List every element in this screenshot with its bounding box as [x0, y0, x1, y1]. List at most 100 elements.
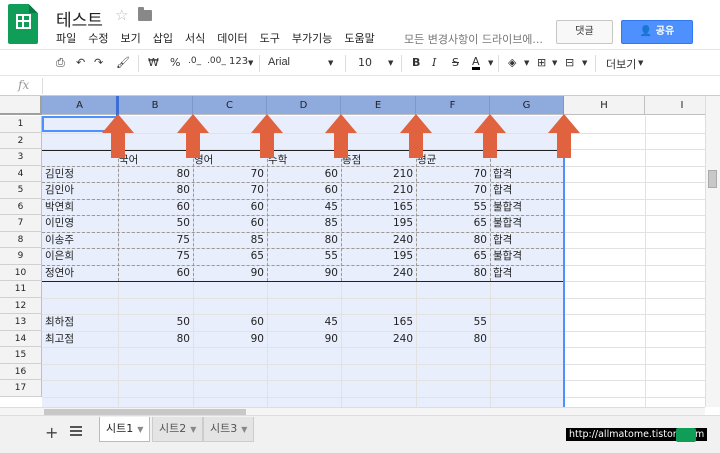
- save-status[interactable]: 모든 변경사항이 드라이브에...: [404, 31, 543, 47]
- korean-summary-cell[interactable]: 50: [118, 314, 190, 330]
- menu-help[interactable]: 도움말: [344, 30, 374, 46]
- currency-format-button[interactable]: ₩: [148, 56, 159, 69]
- column-header-e[interactable]: E: [341, 96, 416, 115]
- summary-label-cell[interactable]: 최고점: [45, 331, 74, 347]
- average-score-cell[interactable]: 65: [416, 215, 487, 231]
- english-score-cell[interactable]: 85: [193, 232, 264, 248]
- english-score-cell[interactable]: 70: [193, 166, 264, 182]
- korean-score-cell[interactable]: 80: [118, 182, 190, 198]
- column-header-b[interactable]: B: [118, 96, 193, 115]
- tab-sheet2[interactable]: 시트2 ▼: [152, 417, 204, 442]
- row-header-6[interactable]: 6: [0, 198, 42, 215]
- paint-format-icon[interactable]: 🖌: [116, 56, 130, 69]
- total-score-cell[interactable]: 195: [341, 248, 413, 264]
- math-score-cell[interactable]: 80: [267, 232, 338, 248]
- menu-edit[interactable]: 수정: [88, 30, 108, 46]
- average-score-cell[interactable]: 70: [416, 166, 487, 182]
- row-header-9[interactable]: 9: [0, 248, 42, 265]
- english-score-cell[interactable]: 70: [193, 182, 264, 198]
- fill-color-icon[interactable]: ◈: [508, 56, 516, 69]
- result-cell[interactable]: 합격: [493, 166, 512, 182]
- menu-tools[interactable]: 도구: [260, 30, 280, 46]
- math-score-cell[interactable]: 90: [267, 265, 338, 281]
- share-button[interactable]: 👤 공유: [621, 20, 693, 44]
- row-header-7[interactable]: 7: [0, 215, 42, 232]
- result-cell[interactable]: 합격: [493, 232, 512, 248]
- menu-format[interactable]: 서식: [185, 30, 205, 46]
- english-score-cell[interactable]: 60: [193, 199, 264, 215]
- row-header-4[interactable]: 4: [0, 165, 42, 182]
- row-header-13[interactable]: 13: [0, 314, 42, 331]
- name-cell[interactable]: 이은희: [45, 248, 74, 264]
- column-header-h[interactable]: H: [564, 96, 645, 115]
- bold-button[interactable]: B: [412, 56, 420, 69]
- row-header-8[interactable]: 8: [0, 231, 42, 248]
- total-summary-cell[interactable]: 165: [341, 314, 413, 330]
- math-score-cell[interactable]: 60: [267, 182, 338, 198]
- math-score-cell[interactable]: 45: [267, 199, 338, 215]
- result-cell[interactable]: 불합격: [493, 199, 522, 215]
- more-button[interactable]: 더보기: [606, 56, 636, 72]
- total-score-cell[interactable]: 210: [341, 182, 413, 198]
- column-header-f[interactable]: F: [416, 96, 490, 115]
- name-cell[interactable]: 김인아: [45, 182, 74, 198]
- vertical-scroll-thumb[interactable]: [708, 170, 717, 188]
- row-header-1[interactable]: 1: [0, 116, 42, 133]
- name-cell[interactable]: 정연아: [45, 265, 74, 281]
- print-icon[interactable]: ⎙: [56, 56, 65, 70]
- column-header-g[interactable]: G: [490, 96, 564, 115]
- result-cell[interactable]: 불합격: [493, 248, 522, 264]
- row-header-5[interactable]: 5: [0, 182, 42, 199]
- column-header-d[interactable]: D: [267, 96, 341, 115]
- tab-sheet1[interactable]: 시트1 ▼: [99, 417, 151, 442]
- name-cell[interactable]: 박연희: [45, 199, 74, 215]
- explore-icon[interactable]: [676, 428, 696, 442]
- add-sheet-icon[interactable]: +: [45, 423, 58, 442]
- menu-data[interactable]: 데이터: [217, 30, 247, 46]
- average-score-cell[interactable]: 80: [416, 265, 487, 281]
- menu-file[interactable]: 파일: [56, 30, 76, 46]
- column-header-a[interactable]: A: [42, 96, 118, 115]
- row-header-2[interactable]: 2: [0, 132, 42, 149]
- more-formats-button[interactable]: 123: [229, 56, 248, 67]
- average-score-cell[interactable]: 70: [416, 182, 487, 198]
- total-score-cell[interactable]: 165: [341, 199, 413, 215]
- row-header-12[interactable]: 12: [0, 297, 42, 314]
- menu-addons[interactable]: 부가기능: [292, 30, 332, 46]
- math-score-cell[interactable]: 60: [267, 166, 338, 182]
- math-score-cell[interactable]: 55: [267, 248, 338, 264]
- column-header-i[interactable]: I: [645, 96, 705, 115]
- font-family-select[interactable]: Arial: [268, 56, 290, 68]
- row-header-15[interactable]: 15: [0, 347, 42, 364]
- row-header-11[interactable]: 11: [0, 281, 42, 298]
- document-title[interactable]: 테스트: [56, 6, 103, 31]
- korean-score-cell[interactable]: 75: [118, 232, 190, 248]
- select-all-corner[interactable]: [0, 96, 42, 115]
- math-summary-cell[interactable]: 90: [267, 331, 338, 347]
- row-header-16[interactable]: 16: [0, 363, 42, 380]
- average-score-cell[interactable]: 65: [416, 248, 487, 264]
- horizontal-scrollbar[interactable]: [0, 407, 705, 415]
- result-cell[interactable]: 합격: [493, 182, 512, 198]
- vertical-scrollbar[interactable]: [705, 96, 720, 407]
- spreadsheet-grid[interactable]: A B C D E F G H I 1 2 3 4 5 6 7 8 9 10 11 12 13 14 15 16 17 국어 영어 수학…: [0, 96, 705, 407]
- total-score-cell[interactable]: 210: [341, 166, 413, 182]
- korean-score-cell[interactable]: 60: [118, 199, 190, 215]
- result-cell[interactable]: 합격: [493, 265, 512, 281]
- total-score-cell[interactable]: 240: [341, 232, 413, 248]
- total-summary-cell[interactable]: 240: [341, 331, 413, 347]
- summary-label-cell[interactable]: 최하점: [45, 314, 74, 330]
- result-cell[interactable]: 불합격: [493, 215, 522, 231]
- korean-score-cell[interactable]: 60: [118, 265, 190, 281]
- sheet-list-icon[interactable]: [70, 426, 82, 436]
- english-summary-cell[interactable]: 90: [193, 331, 264, 347]
- merge-cells-icon[interactable]: ⊟: [565, 56, 574, 69]
- average-score-cell[interactable]: 80: [416, 232, 487, 248]
- percent-format-button[interactable]: %: [170, 56, 180, 69]
- increase-decimal-button[interactable]: .00_: [207, 56, 226, 66]
- average-score-cell[interactable]: 55: [416, 199, 487, 215]
- menu-view[interactable]: 보기: [121, 30, 141, 46]
- italic-button[interactable]: I: [432, 56, 436, 69]
- star-icon[interactable]: ☆: [115, 6, 128, 24]
- english-score-cell[interactable]: 60: [193, 215, 264, 231]
